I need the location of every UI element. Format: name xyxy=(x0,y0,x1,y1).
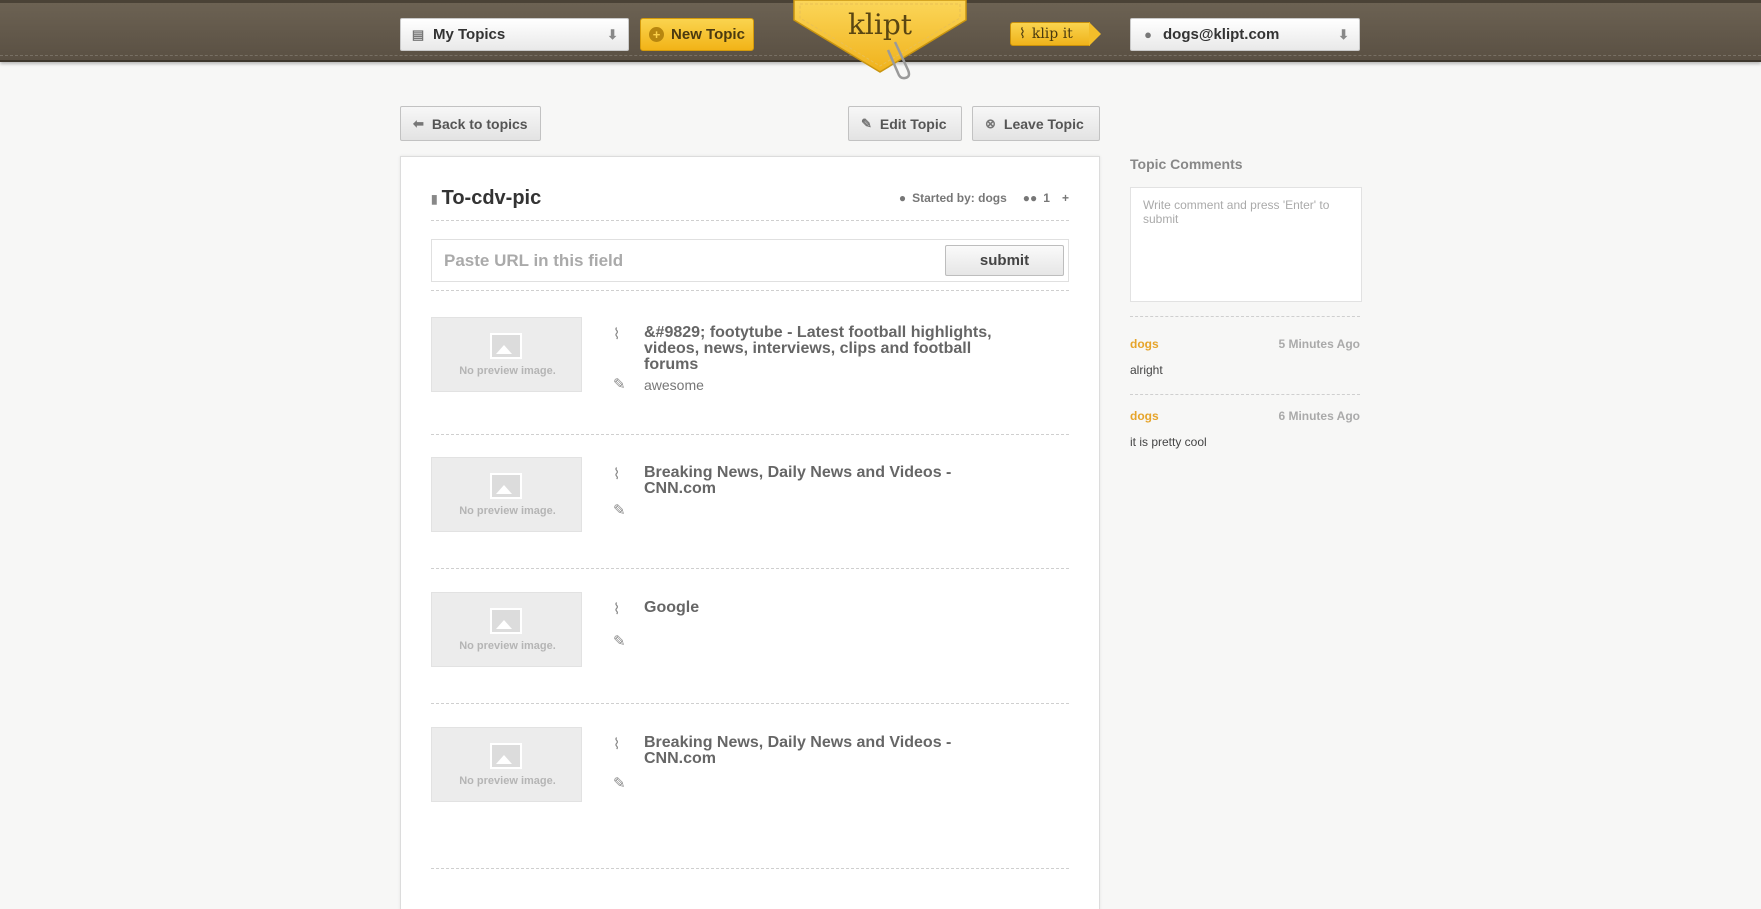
preview-caption: No preview image. xyxy=(459,640,556,652)
item-title[interactable]: Google xyxy=(644,600,1004,616)
comment-input[interactable] xyxy=(1130,187,1362,302)
item-title[interactable]: &#9829; footytube - Latest football high… xyxy=(644,325,1004,373)
comments-heading: Topic Comments xyxy=(1130,156,1243,172)
topic-panel: ▮ To-cdv-pic ● Started by: dogs ●● 1 + s… xyxy=(400,156,1100,909)
divider xyxy=(1130,394,1360,395)
item-note: awesome xyxy=(644,377,704,393)
preview-caption: No preview image. xyxy=(459,775,556,787)
preview-caption: No preview image. xyxy=(459,365,556,377)
paperclip-icon: ⌇ xyxy=(613,466,621,483)
preview-thumbnail: No preview image. xyxy=(431,727,582,802)
chevron-down-icon: ⬇ xyxy=(1338,27,1349,42)
klipt-logo[interactable]: klipt xyxy=(792,0,968,80)
list-item[interactable]: No preview image. ⌇ Breaking News, Daily… xyxy=(431,457,1069,537)
preview-thumbnail: No preview image. xyxy=(431,317,582,392)
comment-time: 5 Minutes Ago xyxy=(1278,337,1360,351)
topic-meta: ● Started by: dogs ●● 1 + xyxy=(899,191,1069,205)
preview-thumbnail: No preview image. xyxy=(431,592,582,667)
divider xyxy=(431,220,1069,221)
divider xyxy=(431,290,1069,291)
chevron-down-icon: ⬇ xyxy=(607,27,618,42)
new-topic-button[interactable]: + New Topic xyxy=(640,18,754,51)
members-icon: ●● xyxy=(1022,191,1038,205)
pencil-icon[interactable]: ✎ xyxy=(613,501,626,519)
list-item[interactable]: No preview image. ⌇ Breaking News, Daily… xyxy=(431,727,1069,807)
item-title[interactable]: Breaking News, Daily News and Videos - C… xyxy=(644,465,1004,497)
logo-text: klipt xyxy=(847,8,913,41)
image-placeholder-icon xyxy=(490,473,522,499)
divider xyxy=(431,568,1069,569)
comment-text: alright xyxy=(1130,363,1163,377)
paperclip-icon: ⌇ xyxy=(613,736,621,753)
url-form: submit xyxy=(431,239,1069,282)
account-select[interactable]: ● dogs@klipt.com ⬇ xyxy=(1130,18,1360,51)
pencil-icon[interactable]: ✎ xyxy=(613,375,626,393)
plus-icon: + xyxy=(649,27,665,42)
edit-topic-button[interactable]: ✎ Edit Topic xyxy=(848,106,962,141)
preview-thumbnail: No preview image. xyxy=(431,457,582,532)
divider xyxy=(431,434,1069,435)
bookmark-icon: ▮ xyxy=(431,191,438,206)
pencil-icon[interactable]: ✎ xyxy=(613,774,626,792)
submit-button[interactable]: submit xyxy=(945,245,1064,276)
close-circle-icon: ⊗ xyxy=(985,115,996,131)
leave-topic-button[interactable]: ⊗ Leave Topic xyxy=(972,106,1100,141)
my-topics-label: My Topics xyxy=(433,26,506,43)
item-title[interactable]: Breaking News, Daily News and Videos - C… xyxy=(644,735,1004,767)
divider xyxy=(431,703,1069,704)
topic-title: ▮ To-cdv-pic xyxy=(431,187,541,210)
paperclip-icon: ⌇ xyxy=(613,601,621,618)
url-input[interactable] xyxy=(444,248,924,274)
paperclip-icon: ⌇ xyxy=(613,326,621,343)
list-item[interactable]: No preview image. ⌇ Google ✎ xyxy=(431,592,1069,672)
user-icon: ● xyxy=(1144,27,1152,42)
divider xyxy=(431,868,1069,869)
new-topic-label: New Topic xyxy=(671,26,745,43)
comment-author[interactable]: dogs xyxy=(1130,337,1159,351)
klip-it-label: klip it xyxy=(1031,26,1073,42)
edit-label: Edit Topic xyxy=(879,115,947,132)
back-label: Back to topics xyxy=(431,115,528,132)
my-topics-select[interactable]: ▤ My Topics ⬇ xyxy=(400,18,629,51)
image-placeholder-icon xyxy=(490,333,522,359)
started-by: Started by: dogs xyxy=(912,191,1007,205)
list-item[interactable]: No preview image. ⌇ &#9829; footytube - … xyxy=(431,317,1069,427)
comment-text: it is pretty cool xyxy=(1130,435,1207,449)
pencil-icon[interactable]: ✎ xyxy=(613,632,626,650)
klip-it-button[interactable]: ⌇ klip it xyxy=(1010,22,1101,46)
pencil-icon: ✎ xyxy=(861,115,872,131)
image-placeholder-icon xyxy=(490,608,522,634)
comment-author[interactable]: dogs xyxy=(1130,409,1159,423)
back-to-topics-button[interactable]: ⬅ Back to topics xyxy=(400,106,541,141)
divider xyxy=(1130,316,1360,317)
notebook-icon: ▤ xyxy=(411,26,425,42)
user-icon: ● xyxy=(898,191,907,205)
account-label: dogs@klipt.com xyxy=(1163,26,1280,43)
member-count[interactable]: 1 xyxy=(1043,191,1050,205)
add-member-button[interactable]: + xyxy=(1062,191,1069,205)
arrow-left-icon: ⬅ xyxy=(413,115,424,131)
paperclip-icon: ⌇ xyxy=(1019,26,1026,42)
preview-caption: No preview image. xyxy=(459,505,556,517)
leave-label: Leave Topic xyxy=(1003,115,1084,132)
comment-time: 6 Minutes Ago xyxy=(1278,409,1360,423)
topic-title-text: To-cdv-pic xyxy=(441,187,542,209)
image-placeholder-icon xyxy=(490,743,522,769)
